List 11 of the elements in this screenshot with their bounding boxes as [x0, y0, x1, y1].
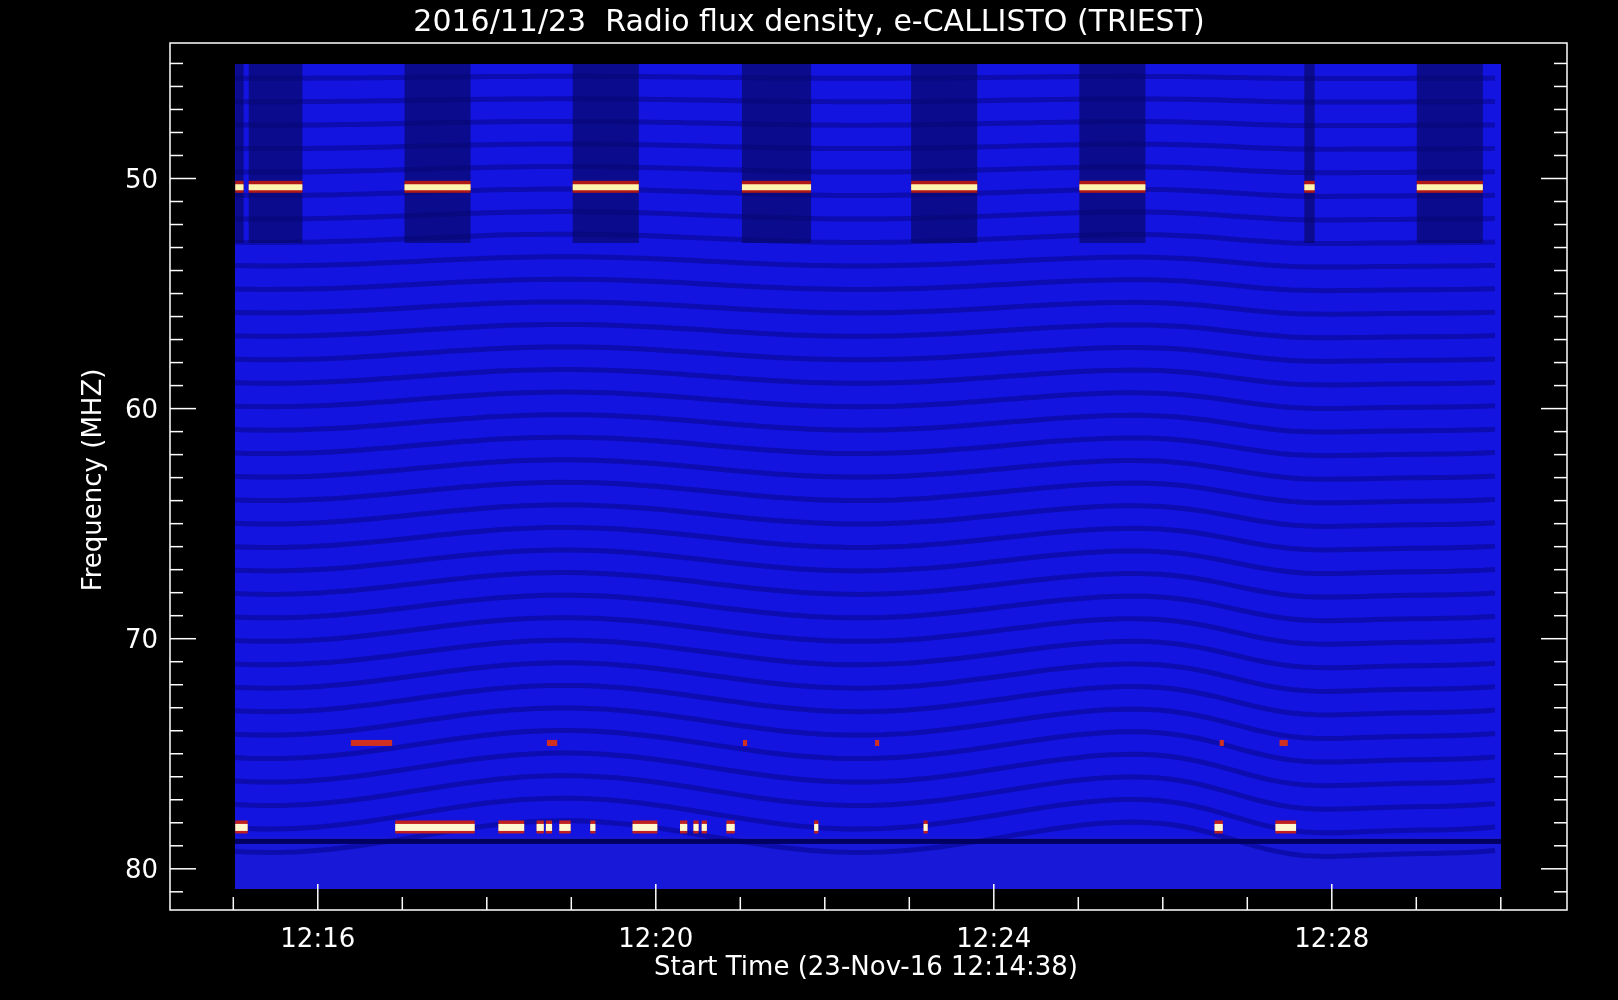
y-axis-label: Frequency (MHZ) — [77, 368, 107, 592]
chart-title: 2016/11/23 Radio flux density, e-CALLISTO (TRIEST) — [413, 3, 1205, 38]
x-tick-label: 12:16 — [280, 923, 356, 953]
y-tick-label: 60 — [124, 393, 158, 424]
x-tick-label: 12:24 — [956, 923, 1032, 953]
x-tick-label: 12:20 — [618, 923, 694, 953]
y-tick-label: 50 — [124, 163, 158, 194]
y-tick-label: 80 — [124, 853, 158, 884]
x-axis-label: Start Time (23-Nov-16 12:14:38) — [654, 951, 1078, 981]
y-tick-label: 70 — [124, 623, 158, 654]
x-tick-label: 12:28 — [1294, 923, 1370, 953]
